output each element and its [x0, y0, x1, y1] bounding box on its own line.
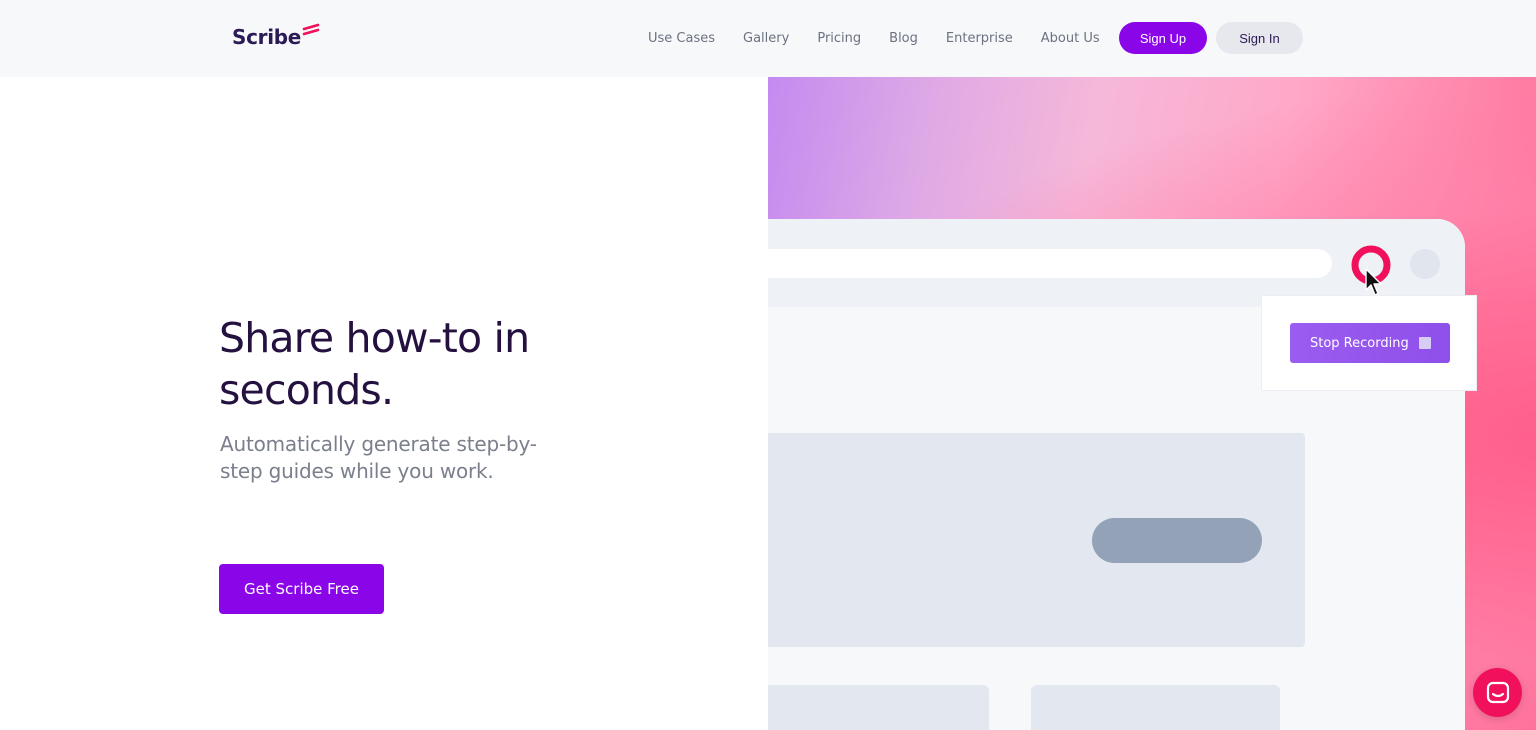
mockup-address-bar — [768, 249, 1332, 278]
mockup-card — [1031, 685, 1280, 730]
get-scribe-free-button[interactable]: Get Scribe Free — [219, 564, 384, 614]
nav-pricing[interactable]: Pricing — [817, 31, 861, 46]
scribe-logo[interactable]: Scribe — [232, 20, 320, 54]
nav-enterprise[interactable]: Enterprise — [946, 31, 1013, 46]
cursor-icon — [1365, 268, 1382, 296]
logo-text: Scribe — [232, 25, 302, 49]
chat-launcher-button[interactable] — [1473, 668, 1522, 717]
scribe-logo-icon — [302, 23, 320, 36]
nav-blog[interactable]: Blog — [889, 31, 918, 46]
nav-gallery[interactable]: Gallery — [743, 31, 789, 46]
recording-popup: Stop Recording — [1261, 295, 1477, 391]
chat-icon — [1486, 681, 1509, 703]
site-header: Scribe Use Cases Gallery Pricing Blog En… — [0, 0, 1536, 77]
mockup-card — [768, 685, 989, 730]
hero-title: Share how-to in seconds. — [219, 314, 530, 414]
nav-about-us[interactable]: About Us — [1041, 31, 1100, 46]
hero-subtitle: Automatically generate step-by-step guid… — [220, 432, 537, 483]
stop-recording-button[interactable]: Stop Recording — [1290, 323, 1450, 363]
sign-in-button[interactable]: Sign In — [1216, 22, 1303, 54]
nav-use-cases[interactable]: Use Cases — [648, 31, 715, 46]
stop-recording-label: Stop Recording — [1310, 335, 1409, 351]
sign-up-button[interactable]: Sign Up — [1119, 22, 1207, 54]
main-nav: Use Cases Gallery Pricing Blog Enterpris… — [634, 22, 1114, 54]
stop-icon — [1419, 337, 1431, 349]
mockup-extension-dot — [1410, 249, 1440, 279]
mockup-pill-button — [1092, 518, 1262, 563]
